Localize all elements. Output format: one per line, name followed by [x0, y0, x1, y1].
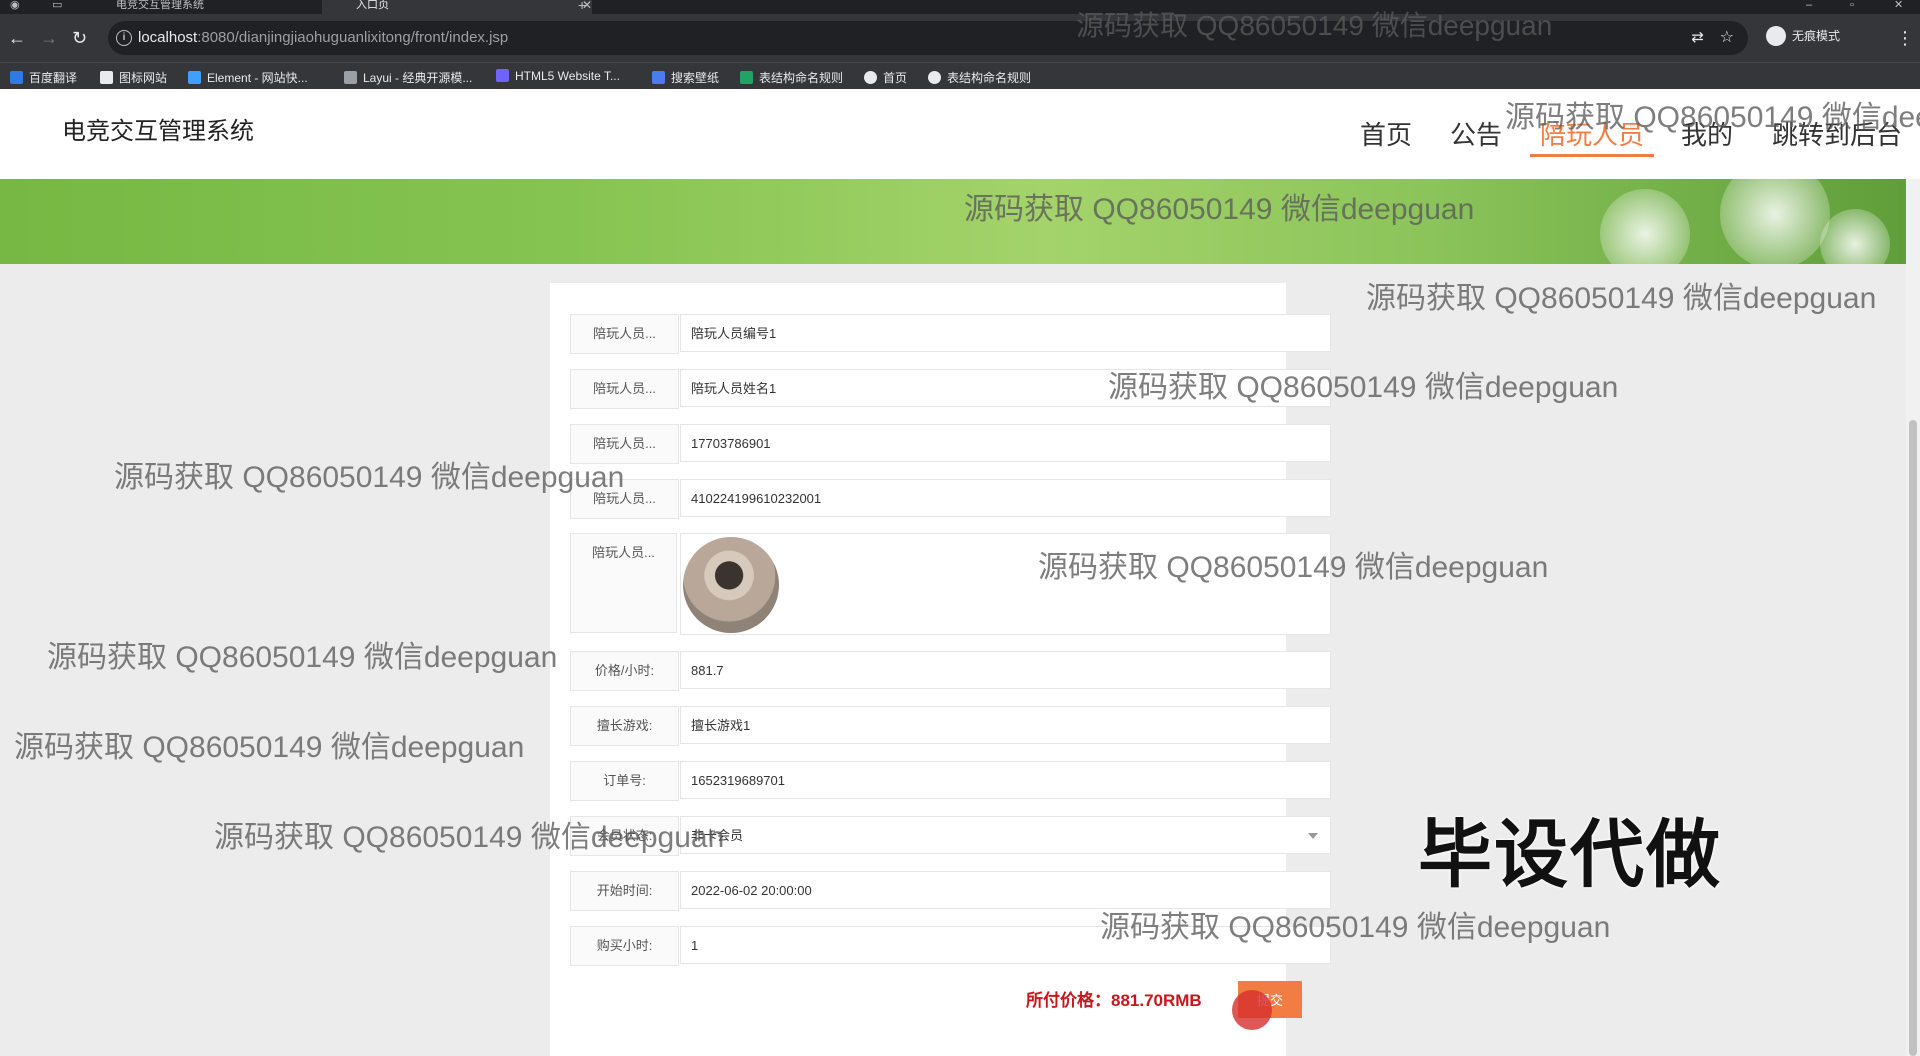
- skilled-game-field[interactable]: 擅长游戏1: [680, 706, 1331, 744]
- minimize-icon[interactable]: –: [1806, 0, 1820, 14]
- field-label: 价格/小时:: [570, 651, 679, 691]
- watermark-text: 源码获取 QQ86050149 微信deepguan: [1076, 10, 1553, 41]
- address-toolbar: ← → ↻ i localhost:8080/dianjingjiaohugua…: [0, 14, 1920, 62]
- html5-icon: [496, 69, 509, 82]
- bookmark-item[interactable]: 首页: [864, 69, 907, 86]
- baidu-translate-icon: [10, 71, 23, 84]
- star-icon[interactable]: ☆: [1720, 27, 1734, 47]
- bookmarks-bar: 百度翻译 图标网站 Element - 网站快... Layui - 经典开源模…: [0, 62, 1920, 89]
- globe-icon: [864, 71, 877, 84]
- tab-admin[interactable]: 电竞交互管理系统 ✕: [90, 0, 342, 14]
- bookmark-item[interactable]: 表结构命名规则: [928, 69, 1031, 86]
- bookmark-item[interactable]: 搜索壁纸: [652, 69, 719, 86]
- chevron-down-icon: [1308, 833, 1318, 839]
- field-label: 陪玩人员...: [570, 314, 679, 354]
- member-status-select[interactable]: 非卡会员: [680, 816, 1331, 854]
- order-number-field[interactable]: 1652319689701: [680, 761, 1331, 799]
- browser-tabbar: ◉ ▭ 电竞交互管理系统 ✕ 入口页 ✕ + – ▫ ✕: [0, 0, 1920, 14]
- bookmark-item[interactable]: HTML5 Website T...: [496, 69, 620, 83]
- watermark-text: 源码获取 QQ86050149 微信deepguan: [14, 731, 525, 764]
- field-label: 擅长游戏:: [570, 706, 679, 746]
- reload-icon[interactable]: ↻: [72, 28, 87, 48]
- forward-arrow-icon[interactable]: →: [40, 28, 58, 48]
- form-row: 陪玩人员... 17703786901: [570, 424, 1333, 464]
- field-label: 购买小时:: [570, 926, 679, 966]
- bookmark-item[interactable]: Layui - 经典开源模...: [344, 69, 472, 86]
- companion-id-field[interactable]: 陪玩人员编号1: [680, 314, 1331, 352]
- translate-icon[interactable]: ⇄: [1691, 28, 1704, 46]
- nav-home[interactable]: 首页: [1360, 115, 1412, 152]
- form-row: 价格/小时: 881.7: [570, 651, 1333, 691]
- scrollbar-thumb[interactable]: [1909, 420, 1917, 1056]
- form-row: 陪玩人员... 陪玩人员编号1: [570, 314, 1333, 354]
- new-tab-icon[interactable]: +: [578, 0, 594, 14]
- chrome-menu-icon[interactable]: ◉: [10, 0, 26, 14]
- incognito-icon: [1765, 26, 1786, 46]
- tab-title: 入口页: [356, 0, 389, 11]
- watermark-text: 源码获取 QQ86050149 微信deepguan: [1108, 371, 1619, 404]
- info-icon[interactable]: i: [116, 30, 132, 46]
- field-label: 订单号:: [570, 761, 679, 801]
- wallpaper-icon: [652, 71, 665, 84]
- bookmark-item[interactable]: Element - 网站快...: [188, 69, 308, 86]
- watermark-text: 源码获取 QQ86050149 微信deepguan: [1505, 101, 1920, 134]
- total-price: 所付价格：881.70RMB: [1026, 991, 1202, 1010]
- form-row: 陪玩人员... 410224199610232001: [570, 479, 1333, 519]
- watermark-text: 源码获取 QQ86050149 微信deepguan: [964, 193, 1475, 226]
- watermark-text: 源码获取 QQ86050149 微信deepguan: [1100, 911, 1611, 944]
- watermark-text: 源码获取 QQ86050149 微信deepguan: [214, 821, 725, 854]
- form-row: 擅长游戏: 擅长游戏1: [570, 706, 1333, 746]
- globe-icon: [928, 71, 941, 84]
- incognito-indicator[interactable]: 无痕模式: [1765, 26, 1840, 46]
- flag-icon: [100, 71, 113, 84]
- element-icon: [188, 71, 201, 84]
- companion-phone-field[interactable]: 17703786901: [680, 424, 1331, 462]
- avatar: [683, 537, 779, 633]
- mouse-cursor-highlight: [1232, 990, 1272, 1030]
- field-label: 陪玩人员...: [570, 369, 679, 409]
- nav-notice[interactable]: 公告: [1450, 115, 1502, 152]
- layui-icon: [344, 71, 357, 84]
- back-arrow-icon[interactable]: ←: [8, 28, 26, 48]
- tab-entry[interactable]: 入口页 ✕: [322, 0, 592, 14]
- form-row: 订单号: 1652319689701: [570, 761, 1333, 801]
- banner-image: [0, 179, 1906, 264]
- promo-stamp: 毕设代做: [1418, 813, 1722, 896]
- price-per-hour-field[interactable]: 881.7: [680, 651, 1331, 689]
- window-icon[interactable]: ▭: [52, 0, 68, 14]
- more-menu-icon[interactable]: ⋮: [1896, 28, 1914, 48]
- field-label: 陪玩人员...: [570, 533, 677, 633]
- bookmark-item[interactable]: 图标网站: [100, 69, 167, 86]
- window-close-icon[interactable]: ✕: [1894, 0, 1908, 14]
- watermark-text: 源码获取 QQ86050149 微信deepguan: [1366, 282, 1877, 315]
- watermark-text: 源码获取 QQ86050149 微信deepguan: [47, 641, 558, 674]
- watermark-text: 源码获取 QQ86050149 微信deepguan: [1038, 551, 1549, 584]
- maximize-icon[interactable]: ▫: [1850, 0, 1864, 14]
- site-title: 电竞交互管理系统: [62, 118, 254, 145]
- field-label: 开始时间:: [570, 871, 679, 911]
- bookmark-item[interactable]: 百度翻译: [10, 69, 77, 86]
- watermark-text: 源码获取 QQ86050149 微信deepguan: [114, 461, 625, 494]
- bookmark-item[interactable]: 表结构命名规则: [740, 69, 843, 86]
- companion-idcard-field[interactable]: 410224199610232001: [680, 479, 1331, 517]
- tab-title: 电竞交互管理系统: [116, 0, 204, 11]
- sheet-icon: [740, 71, 753, 84]
- url-text[interactable]: localhost:8080/dianjingjiaohuguanlixiton…: [138, 29, 508, 46]
